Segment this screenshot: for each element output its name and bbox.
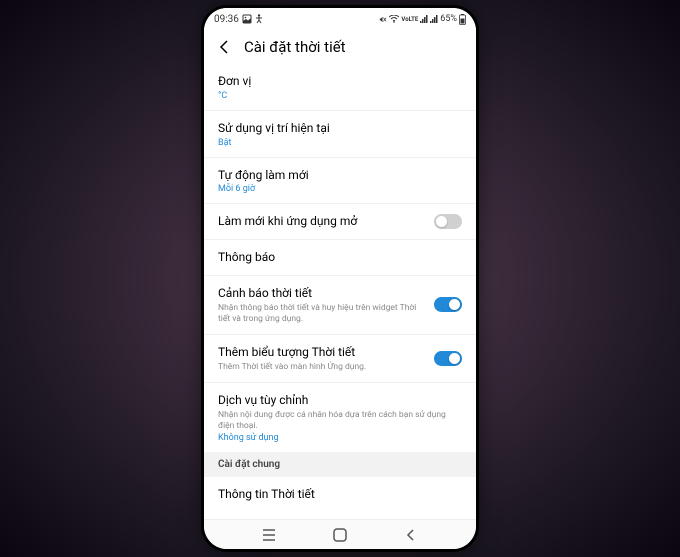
toggle-refresh-on-open[interactable] — [434, 214, 462, 229]
accessibility-icon — [255, 14, 263, 24]
setting-add-icon[interactable]: Thêm biểu tượng Thời tiết Thêm Thời tiết… — [204, 335, 476, 383]
setting-value: Bật — [218, 138, 462, 148]
wifi-icon — [389, 15, 399, 23]
toggle-add-icon[interactable] — [434, 351, 462, 366]
nav-back[interactable] — [391, 528, 431, 542]
battery-icon — [459, 14, 466, 25]
setting-refresh-on-open[interactable]: Làm mới khi ứng dụng mở — [204, 204, 476, 240]
page-header: Cài đặt thời tiết — [204, 30, 476, 64]
setting-title: Thông báo — [218, 249, 462, 266]
setting-title: Đơn vị — [218, 73, 462, 90]
section-general: Cài đặt chung — [204, 452, 476, 477]
nav-home[interactable] — [320, 526, 360, 544]
setting-value: °C — [218, 91, 462, 101]
setting-title: Sử dụng vị trí hiện tại — [218, 120, 462, 137]
setting-title: Cảnh báo thời tiết — [218, 285, 426, 302]
page-title: Cài đặt thời tiết — [244, 38, 346, 56]
setting-desc: Thêm Thời tiết vào màn hình Ứng dụng. — [218, 362, 426, 373]
signal-icon — [420, 15, 428, 23]
setting-title: Thông tin Thời tiết — [218, 486, 462, 503]
phone-frame: 09:36 VoLTE — [201, 5, 479, 552]
status-time: 09:36 — [214, 14, 239, 25]
signal-icon-2 — [430, 15, 438, 23]
navigation-bar — [204, 519, 476, 549]
setting-desc: Nhận thông báo thời tiết và huy hiệu trê… — [218, 303, 426, 325]
setting-notifications[interactable]: Thông báo — [204, 240, 476, 276]
mute-icon — [378, 15, 387, 24]
setting-unit[interactable]: Đơn vị °C — [204, 64, 476, 111]
screen: 09:36 VoLTE — [204, 8, 476, 549]
toggle-weather-alert[interactable] — [434, 297, 462, 312]
gallery-icon — [242, 14, 252, 24]
setting-title: Thêm biểu tượng Thời tiết — [218, 344, 426, 361]
battery-text: 65% — [440, 14, 457, 24]
setting-value: Không sử dụng — [218, 433, 462, 443]
nav-recent[interactable] — [249, 528, 289, 542]
status-bar: 09:36 VoLTE — [204, 8, 476, 30]
volte-icon: VoLTE — [401, 16, 418, 23]
setting-location[interactable]: Sử dụng vị trí hiện tại Bật — [204, 111, 476, 158]
setting-value: Mỗi 6 giờ — [218, 184, 462, 194]
setting-title: Làm mới khi ứng dụng mở — [218, 213, 426, 230]
setting-custom-service[interactable]: Dịch vụ tùy chỉnh Nhận nội dung được cá … — [204, 383, 476, 452]
setting-weather-info[interactable]: Thông tin Thời tiết — [204, 477, 476, 512]
setting-weather-alert[interactable]: Cảnh báo thời tiết Nhận thông báo thời t… — [204, 276, 476, 335]
back-button[interactable] — [216, 38, 234, 56]
setting-title: Tự động làm mới — [218, 167, 462, 184]
setting-auto-refresh[interactable]: Tự động làm mới Mỗi 6 giờ — [204, 158, 476, 205]
settings-list: Đơn vị °C Sử dụng vị trí hiện tại Bật Tự… — [204, 64, 476, 519]
setting-title: Dịch vụ tùy chỉnh — [218, 392, 462, 409]
setting-desc: Nhận nội dung được cá nhân hóa dựa trên … — [218, 410, 462, 432]
